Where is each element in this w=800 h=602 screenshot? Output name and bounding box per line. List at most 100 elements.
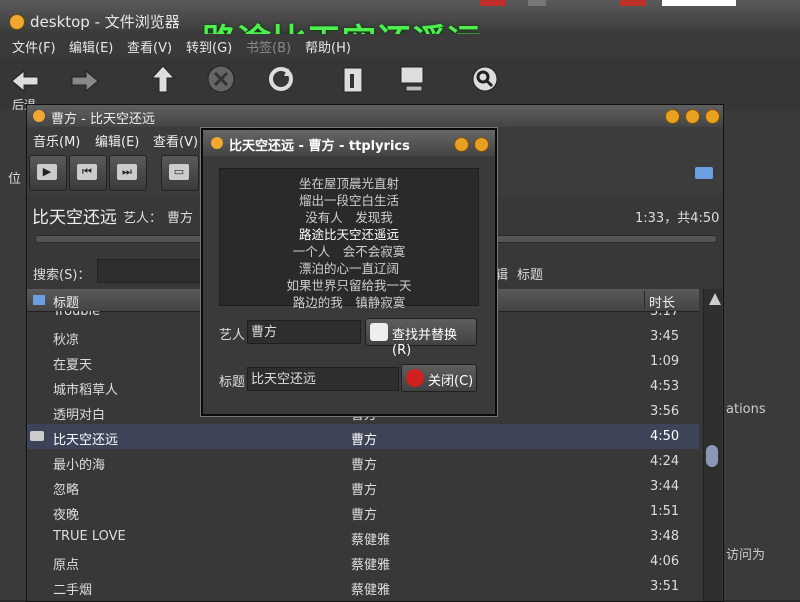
menu-edit[interactable]: 编辑(E) (95, 131, 139, 150)
lyrics-dialog-title: 比天空还远 - 曹方 - ttplyrics (229, 139, 410, 154)
column-separator (644, 291, 645, 309)
now-playing-title: 比天空还远 (32, 208, 117, 228)
track-title: TRUE LOVE (53, 529, 126, 544)
track-row[interactable]: 比天空还远 曹方 4:50 (27, 424, 699, 449)
column-title-header[interactable]: 标题 (53, 292, 79, 311)
track-duration: 4:06 (650, 554, 680, 569)
find-replace-label: 查找并替换(R) (392, 328, 458, 358)
tray-white-area (662, 0, 736, 6)
search-field-title[interactable]: 标题 (517, 264, 543, 283)
search-icon[interactable] (470, 64, 500, 94)
track-title: 城市稻草人 (53, 383, 119, 398)
file-browser-title: desktop - 文件浏览器 (30, 13, 180, 31)
menu-view[interactable]: 查看(V) (153, 131, 198, 150)
forward-arrow-icon[interactable] (70, 66, 100, 96)
column-duration-header[interactable]: 时长 (649, 292, 675, 311)
track-duration: 4:24 (650, 454, 680, 469)
tray-red-icon (620, 0, 646, 6)
track-artist: 曹方 (351, 433, 378, 448)
close-icon[interactable] (705, 109, 720, 124)
volume-icon[interactable] (695, 167, 713, 179)
track-title: 在夏天 (53, 358, 93, 373)
track-title: 透明对白 (53, 408, 106, 423)
sort-icon[interactable] (33, 295, 45, 305)
app-logo-icon (9, 14, 25, 30)
maximize-icon[interactable] (685, 109, 700, 124)
track-duration: 1:09 (650, 354, 680, 369)
computer-icon[interactable] (398, 64, 428, 94)
track-title: 二手烟 (53, 583, 93, 598)
up-arrow-icon[interactable] (148, 64, 178, 94)
menu-edit[interactable]: 编辑(E) (69, 37, 113, 56)
stop-icon[interactable] (206, 64, 236, 94)
track-duration: 3:51 (650, 579, 680, 594)
next-button[interactable]: ⏭ (109, 155, 147, 191)
track-row[interactable]: 忽略 曹方 3:44 (27, 474, 699, 499)
track-artist: 蔡健雅 (351, 583, 391, 598)
track-duration: 1:51 (650, 504, 680, 519)
repeat-icon: ▭ (169, 164, 189, 180)
player-logo-icon (33, 110, 45, 122)
close-icon (406, 369, 424, 387)
right-pane-text: ations (726, 402, 766, 417)
track-title: 忽略 (53, 483, 80, 498)
close-label: 关闭(C) (428, 374, 474, 389)
dialog-close-icon[interactable] (474, 137, 489, 152)
music-player-titlebar: 曹方 - 比天空还远 (27, 105, 723, 127)
play-button[interactable]: ▶ (29, 155, 67, 191)
menu-view[interactable]: 查看(V) (127, 37, 172, 56)
now-playing-artist-label: 艺人： (123, 211, 163, 226)
reload-icon[interactable] (266, 64, 296, 94)
track-list-scrollbar[interactable] (703, 289, 722, 601)
lyric-line: 路边的我 镇静寂寞 (292, 295, 406, 310)
track-duration: 3:45 (650, 329, 680, 344)
track-row[interactable]: 最小的海 曹方 4:24 (27, 449, 699, 474)
find-replace-button[interactable]: 查找并替换(R) (365, 318, 477, 358)
track-duration: 3:56 (650, 404, 680, 419)
track-title: Trouble (53, 311, 101, 319)
track-artist: 曹方 (351, 508, 378, 523)
menu-bookmarks[interactable]: 书签(B) (246, 37, 291, 56)
scrollbar-thumb[interactable] (706, 445, 718, 467)
track-title: 原点 (53, 558, 80, 573)
menu-file[interactable]: 文件(F) (12, 37, 56, 56)
previous-button[interactable]: ⏮ (69, 155, 107, 191)
track-row[interactable]: TRUE LOVE 蔡健雅 3:48 (27, 524, 699, 549)
track-duration: 4:50 (650, 429, 680, 444)
lyrics-dialog-titlebar: 比天空还远 - 曹方 - ttplyrics (203, 130, 495, 156)
lyrics-dialog: 比天空还远 - 曹方 - ttplyrics 坐在屋顶晨光直射 熘出一段空白生活没… (201, 128, 497, 416)
track-title: 最小的海 (53, 458, 106, 473)
track-duration: 4:53 (650, 379, 680, 394)
track-duration: 3:44 (650, 479, 680, 494)
menu-go[interactable]: 转到(G) (186, 37, 232, 56)
dialog-shade-icon[interactable] (454, 137, 469, 152)
home-folder-icon[interactable] (338, 64, 368, 94)
tray-icon (528, 0, 546, 6)
find-replace-icon (370, 323, 388, 341)
shade-icon[interactable] (665, 109, 680, 124)
artist-label: 艺人 (219, 328, 246, 343)
file-browser-toolbar: 后退 (0, 58, 800, 112)
track-artist: 曹方 (351, 483, 378, 498)
track-artist: 曹方 (351, 458, 378, 473)
search-input[interactable] (97, 259, 209, 283)
menu-help[interactable]: 帮助(H) (305, 37, 351, 56)
close-button[interactable]: 关闭(C) (401, 364, 477, 392)
now-playing-time: 1:33，共4:50 (635, 211, 720, 226)
track-row[interactable]: 夜晚 曹方 1:51 (27, 499, 699, 524)
back-arrow-icon[interactable] (10, 66, 40, 96)
title-field[interactable]: 比天空还远 (247, 367, 399, 391)
track-row[interactable]: 二手烟 蔡健雅 3:51 (27, 574, 699, 599)
next-icon: ⏭ (117, 164, 137, 180)
previous-icon: ⏮ (77, 164, 97, 180)
tray-red-icon (480, 0, 506, 6)
menu-music[interactable]: 音乐(M) (33, 131, 80, 150)
now-playing-icon (30, 431, 44, 441)
track-row[interactable]: 原点 蔡健雅 4:06 (27, 549, 699, 574)
title-label: 标题 (219, 375, 246, 390)
repeat-button[interactable]: ▭ (161, 155, 199, 191)
artist-field[interactable]: 曹方 (247, 320, 361, 344)
scroll-up-icon[interactable] (709, 293, 721, 305)
lyrics-display: 坐在屋顶晨光直射 熘出一段空白生活 没有人 发现我 路途比天空还遥远 一个人 会不会寂寞… (219, 168, 479, 310)
track-title: 夜晚 (53, 508, 80, 523)
